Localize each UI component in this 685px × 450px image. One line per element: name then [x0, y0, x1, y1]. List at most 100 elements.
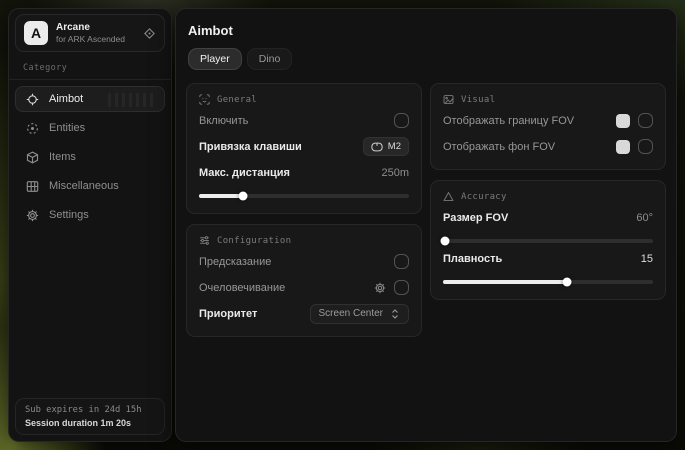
enable-row: Включить [199, 110, 409, 131]
sidebar-item-label: Aimbot [49, 93, 83, 105]
enable-label: Включить [199, 115, 248, 127]
left-column: General Включить Привязка клавиши M [186, 83, 422, 337]
smoothness-slider[interactable] [443, 280, 653, 284]
prediction-checkbox[interactable] [394, 254, 409, 269]
fov-background-checkbox[interactable] [638, 139, 653, 154]
distance-slider[interactable] [199, 194, 409, 198]
priority-dropdown[interactable]: Screen Center [310, 304, 409, 324]
visual-card-header: Visual [443, 94, 653, 105]
distance-value: 250m [381, 167, 409, 179]
crosshair-icon [26, 93, 39, 106]
accuracy-card: Accuracy Размер FOV 60° Плавность 15 [430, 180, 666, 300]
smoothness-row: Плавность 15 [443, 248, 653, 269]
humanization-label: Очеловечивание [199, 282, 285, 294]
gear-icon [26, 209, 39, 222]
fov-background-color-swatch[interactable] [616, 140, 630, 154]
sidebar-item-label: Entities [49, 122, 85, 134]
subscription-info-box: Sub expires in 24d 15h Session duration … [15, 398, 165, 435]
triangle-icon [443, 191, 454, 202]
tab-dino[interactable]: Dino [247, 48, 293, 70]
sidebar-item-items[interactable]: Items [15, 144, 165, 170]
sidebar-item-label: Miscellaneous [49, 180, 119, 192]
general-card-header: General [199, 94, 409, 105]
configuration-card: Configuration Предсказание Очеловечивани… [186, 224, 422, 337]
accuracy-card-title: Accuracy [461, 192, 507, 202]
sidebar-item-entities[interactable]: Entities [15, 115, 165, 141]
fov-border-row: Отображать границу FOV [443, 110, 653, 131]
priority-label: Приоритет [199, 308, 257, 320]
sidebar-item-aimbot[interactable]: Aimbot [15, 86, 165, 112]
keybind-button[interactable]: M2 [363, 137, 409, 156]
scan-face-icon [199, 94, 210, 105]
session-duration-text: Session duration 1m 20s [25, 418, 155, 428]
scan-orbit-icon [26, 122, 39, 135]
sidebar: A Arcane for ARK Ascended Category Aimbo… [8, 8, 172, 442]
fov-border-color-swatch[interactable] [616, 114, 630, 128]
fov-border-checkbox[interactable] [638, 113, 653, 128]
priority-dropdown-value: Screen Center [319, 308, 383, 319]
chevrons-up-down-icon [390, 308, 400, 320]
fov-size-slider-handle[interactable] [441, 237, 450, 246]
app-logo: A [24, 21, 48, 45]
keybind-label: Привязка клавиши [199, 141, 302, 153]
general-card: General Включить Привязка клавиши M [186, 83, 422, 214]
keybind-row: Привязка клавиши M2 [199, 136, 409, 157]
sliders-icon [199, 235, 210, 246]
humanization-row: Очеловечивание [199, 277, 409, 298]
sub-expires-text: Sub expires in 24d 15h [25, 405, 155, 415]
package-icon [26, 151, 39, 164]
locate-icon[interactable] [143, 27, 156, 40]
distance-row: Макс. дистанция 250m [199, 162, 409, 183]
right-column: Visual Отображать границу FOV Отображать… [430, 83, 666, 337]
mouse-icon [371, 142, 383, 152]
page-title: Aimbot [188, 23, 664, 38]
tab-bar: Player Dino [188, 48, 664, 70]
smoothness-slider-handle[interactable] [562, 278, 571, 287]
fov-background-row: Отображать фон FOV [443, 136, 653, 157]
sidebar-item-settings[interactable]: Settings [15, 202, 165, 228]
fov-border-label: Отображать границу FOV [443, 115, 574, 127]
distance-label: Макс. дистанция [199, 167, 290, 179]
app-logo-box: A Arcane for ARK Ascended [15, 14, 165, 52]
sidebar-divider [9, 79, 171, 80]
prediction-label: Предсказание [199, 256, 271, 268]
humanization-settings-icon[interactable] [374, 282, 386, 294]
app-name: Arcane [56, 22, 125, 34]
prediction-row: Предсказание [199, 251, 409, 272]
configuration-card-title: Configuration [217, 236, 291, 246]
priority-row: Приоритет Screen Center [199, 303, 409, 324]
main-header: Aimbot Player Dino [176, 9, 676, 70]
content-columns: General Включить Привязка клавиши M [176, 83, 676, 337]
visual-card: Visual Отображать границу FOV Отображать… [430, 83, 666, 170]
enable-checkbox[interactable] [394, 113, 409, 128]
image-icon [443, 94, 454, 105]
sidebar-menu: Aimbot Entities Items [9, 84, 171, 230]
distance-slider-fill [199, 194, 243, 198]
game-overlay-background: { "app": { "logo_letter": "A", "name": "… [0, 0, 685, 450]
fov-background-label: Отображать фон FOV [443, 141, 555, 153]
active-item-decoration [108, 93, 154, 107]
humanization-checkbox[interactable] [394, 280, 409, 295]
fov-size-slider[interactable] [443, 239, 653, 243]
smoothness-value: 15 [641, 253, 653, 265]
keybind-value: M2 [388, 141, 401, 152]
fov-size-row: Размер FOV 60° [443, 207, 653, 228]
smoothness-label: Плавность [443, 253, 502, 265]
tab-player[interactable]: Player [188, 48, 242, 70]
main-panel: Aimbot Player Dino General [175, 8, 677, 442]
grid-icon [26, 180, 39, 193]
smoothness-slider-fill [443, 280, 567, 284]
app-title-block: Arcane for ARK Ascended [56, 22, 125, 44]
sidebar-item-label: Items [49, 151, 76, 163]
fov-size-label: Размер FOV [443, 212, 508, 224]
configuration-card-header: Configuration [199, 235, 409, 246]
accuracy-card-header: Accuracy [443, 191, 653, 202]
fov-size-value: 60° [636, 212, 653, 224]
app-subtitle: for ARK Ascended [56, 34, 125, 44]
distance-slider-handle[interactable] [239, 192, 248, 201]
general-card-title: General [217, 95, 257, 105]
sidebar-item-label: Settings [49, 209, 89, 221]
category-label: Category [23, 63, 157, 73]
sidebar-item-miscellaneous[interactable]: Miscellaneous [15, 173, 165, 199]
visual-card-title: Visual [461, 95, 495, 105]
